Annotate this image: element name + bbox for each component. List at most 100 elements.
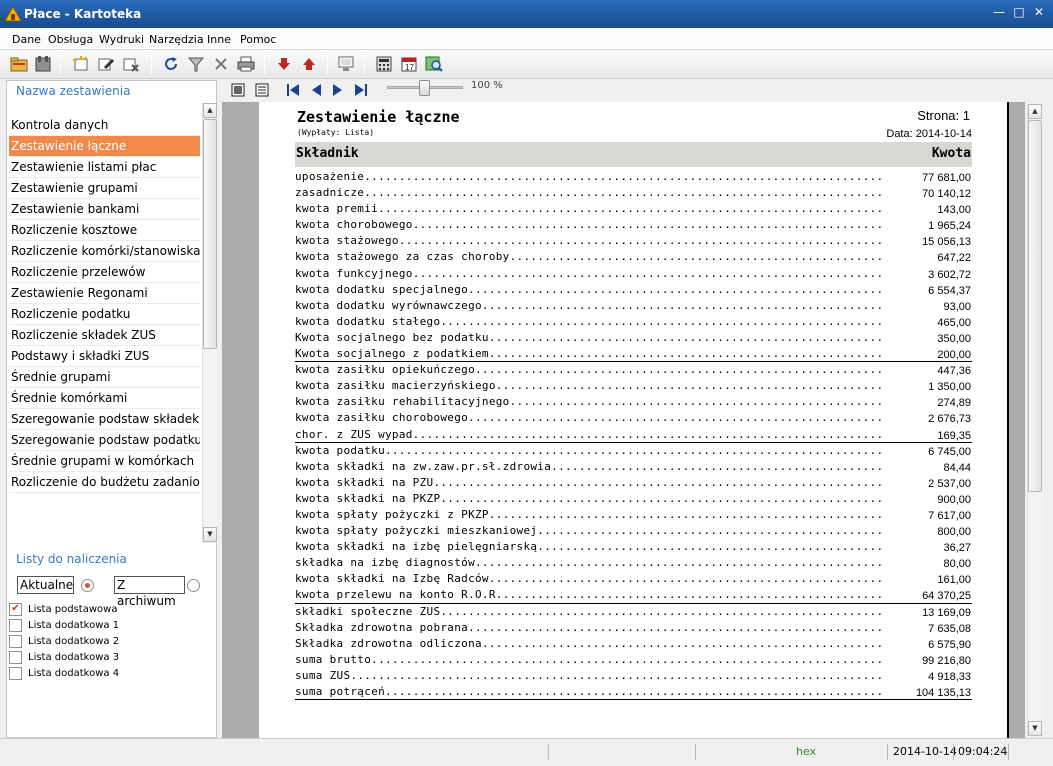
last-page-icon[interactable]: [352, 81, 370, 99]
binder-icon[interactable]: [32, 53, 54, 75]
scroll-up-icon[interactable]: ▲: [203, 103, 217, 118]
report-item[interactable]: Rozliczenie przelewów: [9, 262, 200, 283]
checkbox[interactable]: [9, 618, 22, 632]
report-row: kwota stażowego za czas choroby.........…: [295, 249, 972, 265]
calendar-icon[interactable]: 17: [398, 53, 420, 75]
report-row-value: 80,00: [943, 558, 971, 571]
report-row: kwota funkcyjnego.......................…: [295, 266, 972, 282]
page-setup-icon[interactable]: [253, 81, 271, 99]
report-item[interactable]: Zestawienie grupami: [9, 178, 200, 199]
report-row-label-text: kwota funkcyjnego: [295, 266, 413, 280]
report-item[interactable]: Zestawienie Regonami: [9, 283, 200, 304]
report-row-label-text: Kwota socjalnego bez podatku: [295, 330, 489, 344]
report-row-label: kwota składki na Izbę Radców............…: [295, 572, 883, 586]
first-page-icon[interactable]: [284, 81, 302, 99]
filter-icon[interactable]: [185, 53, 207, 75]
list-item[interactable]: Lista dodatkowa 1: [9, 617, 214, 633]
checkbox[interactable]: [9, 650, 22, 664]
report-item[interactable]: Rozliczenie podatku: [9, 304, 200, 325]
report-row-label-text: zasadnicze: [295, 186, 365, 200]
edit-record-icon[interactable]: [95, 53, 117, 75]
report-item[interactable]: Średnie grupami: [9, 367, 200, 388]
report-row-label: kwota spłaty pożyczki z PKZP............…: [295, 507, 883, 521]
report-date: Data: 2014-10-14: [886, 128, 972, 140]
arrow-up-icon[interactable]: [298, 53, 320, 75]
report-row-label-text: kwota spłaty pożyczki mieszkaniowej: [295, 524, 538, 538]
list-item[interactable]: Lista dodatkowa 2: [9, 633, 214, 649]
report-row-value: 465,00: [937, 316, 971, 329]
report-row: kwota dodatku stałego...................…: [295, 314, 972, 330]
report-item[interactable]: Szeregowanie podstaw składek: [9, 409, 200, 430]
delete-record-icon[interactable]: [120, 53, 142, 75]
menu-wydruki[interactable]: Wydruki: [99, 33, 144, 46]
scroll-down-icon[interactable]: ▼: [203, 527, 217, 542]
report-item[interactable]: Zestawienie bankami: [9, 199, 200, 220]
report-row-value: 15 056,13: [922, 236, 971, 249]
menu-inne[interactable]: Inne: [207, 33, 231, 46]
search-report-icon[interactable]: [423, 53, 445, 75]
print-icon[interactable]: [235, 53, 257, 75]
report-row: suma ZUS................................…: [295, 668, 972, 684]
checkbox[interactable]: [9, 634, 22, 648]
report-row-label-text: kwota chorobowego: [295, 218, 413, 232]
refresh-icon[interactable]: [160, 53, 182, 75]
prev-page-icon[interactable]: [308, 81, 326, 99]
scroll-thumb[interactable]: [203, 119, 217, 349]
close-icon[interactable]: ✕: [1031, 6, 1047, 20]
radio-current[interactable]: [81, 579, 94, 592]
list-item[interactable]: ✔ Lista podstawowa: [9, 601, 214, 617]
list-item[interactable]: Lista dodatkowa 3: [9, 649, 214, 665]
report-item-selected[interactable]: Zestawienie łączne: [9, 136, 200, 157]
next-page-icon[interactable]: [328, 81, 346, 99]
single-page-icon[interactable]: [229, 81, 247, 99]
radio-current-label[interactable]: Aktualne: [17, 576, 74, 594]
report-row: składki społeczne ZUS...................…: [295, 604, 972, 620]
calculator-icon[interactable]: [373, 53, 395, 75]
radio-archive-label[interactable]: Z archiwum: [114, 576, 185, 608]
report-row-value: 274,89: [937, 397, 971, 410]
report-item[interactable]: Rozliczenie komórki/stanowiska: [9, 241, 200, 262]
report-row-value: 99 216,80: [922, 654, 971, 667]
report-item[interactable]: Rozliczenie do budżetu zadaniowego: [9, 472, 200, 493]
report-item[interactable]: Podstawy i składki ZUS: [9, 346, 200, 367]
report-item[interactable]: Rozliczenie składek ZUS: [9, 325, 200, 346]
report-row-label: Kwota socjalnego bez podatku............…: [295, 330, 883, 344]
report-row-label: kwota spłaty pożyczki mieszkaniowej.....…: [295, 524, 883, 538]
maximize-icon[interactable]: □: [1011, 6, 1027, 20]
report-row-label-text: suma potrąceń: [295, 685, 385, 698]
menu-narzedzia[interactable]: Narzędzia: [149, 33, 204, 46]
list-item-label: Lista podstawowa: [28, 603, 118, 615]
viewer-scrollbar[interactable]: ▲ ▼: [1027, 104, 1043, 737]
scroll-down-icon[interactable]: ▼: [1028, 721, 1042, 736]
report-item[interactable]: Rozliczenie kosztowe: [9, 220, 200, 241]
list-item[interactable]: Lista dodatkowa 4: [9, 665, 214, 681]
scroll-up-icon[interactable]: ▲: [1028, 104, 1042, 119]
report-row-label: kwota stażowego za czas choroby.........…: [295, 250, 883, 264]
zoom-slider-thumb[interactable]: [419, 80, 430, 96]
report-list: Kontrola danych Zestawienie łączne Zesta…: [9, 115, 200, 493]
arrow-down-icon[interactable]: [273, 53, 295, 75]
report-row-label-text: kwota składki na Izbę Radców: [295, 572, 489, 586]
report-item[interactable]: Szeregowanie podstaw podatku: [9, 430, 200, 451]
checkbox-checked-icon[interactable]: ✔: [9, 602, 22, 616]
new-record-icon[interactable]: [70, 53, 92, 75]
radio-archive[interactable]: [187, 579, 200, 592]
menu-dane[interactable]: Dane: [12, 33, 41, 46]
clear-filter-icon[interactable]: [210, 53, 232, 75]
report-item[interactable]: Zestawienie listami płac: [9, 157, 200, 178]
report-row: kwota składki na PZU....................…: [295, 475, 972, 491]
menu-pomoc[interactable]: Pomoc: [240, 33, 276, 46]
folder-icon[interactable]: [8, 53, 30, 75]
checkbox[interactable]: [9, 666, 22, 680]
report-item[interactable]: Średnie grupami w komórkach: [9, 451, 200, 472]
status-time: 09:04:24: [958, 745, 1008, 758]
report-list-scrollbar[interactable]: ▲ ▼: [202, 103, 217, 543]
status-mode: hex: [796, 745, 817, 758]
minimize-icon[interactable]: —: [991, 6, 1007, 20]
scroll-thumb[interactable]: [1028, 120, 1042, 492]
preview-icon[interactable]: [335, 53, 357, 75]
list-item-label: Lista dodatkowa 1: [28, 619, 120, 631]
report-item[interactable]: Kontrola danych: [9, 115, 200, 136]
report-item[interactable]: Średnie komórkami: [9, 388, 200, 409]
menu-obsluga[interactable]: Obsługa: [48, 33, 93, 46]
